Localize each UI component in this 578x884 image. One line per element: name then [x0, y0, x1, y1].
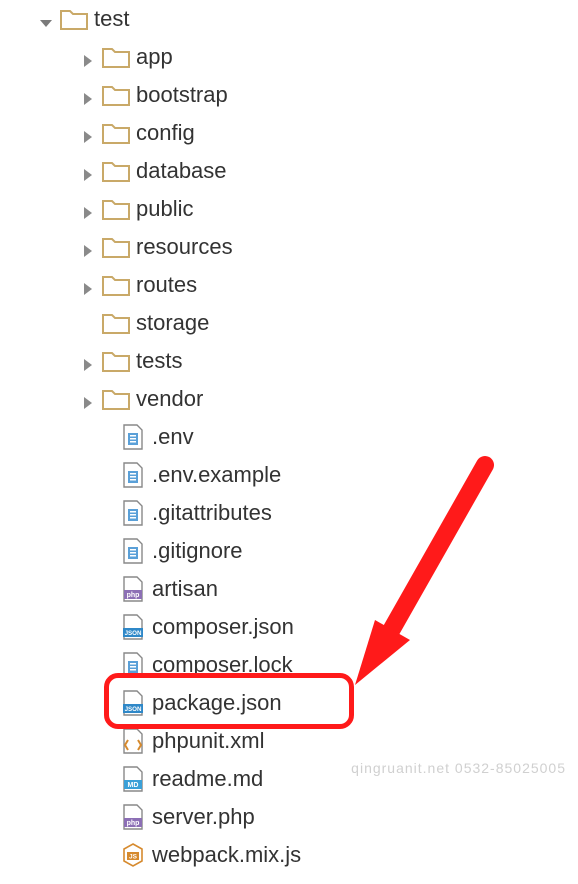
tree-file-row[interactable]: php server.php	[0, 798, 578, 836]
folder-label: storage	[136, 310, 209, 336]
folder-icon	[102, 84, 130, 106]
file-label: server.php	[152, 804, 255, 830]
chevron-right-icon	[80, 353, 96, 369]
folder-icon	[60, 8, 88, 30]
file-label: readme.md	[152, 766, 263, 792]
markdown-file-icon: MD	[122, 766, 144, 792]
json-file-icon: JSON	[122, 614, 144, 640]
file-label: composer.lock	[152, 652, 293, 678]
chevron-right-icon	[80, 277, 96, 293]
tree-folder-row[interactable]: config	[0, 114, 578, 152]
folder-label: test	[94, 6, 129, 32]
folder-icon	[102, 274, 130, 296]
svg-text:php: php	[127, 820, 140, 827]
chevron-down-icon	[38, 11, 54, 27]
tree-file-row[interactable]: .env	[0, 418, 578, 456]
tree-root-row[interactable]: test	[0, 0, 578, 38]
file-label: .env	[152, 424, 194, 450]
chevron-right-icon	[80, 163, 96, 179]
text-file-icon	[122, 652, 144, 678]
svg-text:JSON: JSON	[125, 630, 142, 637]
folder-label: app	[136, 44, 173, 70]
tree-folder-row[interactable]: database	[0, 152, 578, 190]
text-file-icon	[122, 462, 144, 488]
text-file-icon	[122, 538, 144, 564]
folder-icon	[102, 46, 130, 68]
folder-icon	[102, 350, 130, 372]
folder-icon	[102, 388, 130, 410]
php-file-icon: php	[122, 804, 144, 830]
file-label: .gitignore	[152, 538, 243, 564]
json-file-icon: JSON	[122, 690, 144, 716]
tree-file-row[interactable]: JSON composer.json	[0, 608, 578, 646]
text-file-icon	[122, 500, 144, 526]
tree-file-row[interactable]: JSON package.json	[0, 684, 578, 722]
js-file-icon: JS	[122, 842, 144, 868]
tree-folder-row[interactable]: bootstrap	[0, 76, 578, 114]
text-file-icon	[122, 424, 144, 450]
tree-file-row[interactable]: php artisan	[0, 570, 578, 608]
file-label: webpack.mix.js	[152, 842, 301, 868]
folder-icon	[102, 236, 130, 258]
folder-icon	[102, 160, 130, 182]
file-label: artisan	[152, 576, 218, 602]
tree-file-row[interactable]: composer.lock	[0, 646, 578, 684]
svg-text:MD: MD	[128, 782, 139, 789]
folder-label: database	[136, 158, 227, 184]
file-label: .env.example	[152, 462, 281, 488]
watermark-text: qingruanit.net 0532-85025005	[351, 760, 566, 776]
chevron-right-icon	[80, 125, 96, 141]
chevron-right-icon	[80, 87, 96, 103]
folder-label: vendor	[136, 386, 203, 412]
folder-icon	[102, 122, 130, 144]
svg-text:php: php	[127, 592, 140, 599]
folder-label: resources	[136, 234, 233, 260]
file-label: composer.json	[152, 614, 294, 640]
folder-label: bootstrap	[136, 82, 228, 108]
tree-folder-row[interactable]: public	[0, 190, 578, 228]
folder-icon	[102, 312, 130, 334]
tree-folder-row[interactable]: resources	[0, 228, 578, 266]
folder-label: routes	[136, 272, 197, 298]
chevron-right-icon	[80, 391, 96, 407]
tree-folder-row[interactable]: storage	[0, 304, 578, 342]
tree-file-row[interactable]: phpunit.xml	[0, 722, 578, 760]
xml-file-icon	[122, 728, 144, 754]
tree-folder-row[interactable]: vendor	[0, 380, 578, 418]
tree-folder-row[interactable]: app	[0, 38, 578, 76]
tree-folder-row[interactable]: routes	[0, 266, 578, 304]
tree-file-row[interactable]: .env.example	[0, 456, 578, 494]
folder-icon	[102, 198, 130, 220]
tree-file-row[interactable]: .gitattributes	[0, 494, 578, 532]
tree-folder-row[interactable]: tests	[0, 342, 578, 380]
folder-label: config	[136, 120, 195, 146]
svg-text:JS: JS	[129, 854, 138, 861]
chevron-right-icon	[80, 49, 96, 65]
php-file-icon: php	[122, 576, 144, 602]
file-label: package.json	[152, 690, 282, 716]
tree-file-row[interactable]: .gitignore	[0, 532, 578, 570]
file-label: phpunit.xml	[152, 728, 265, 754]
folder-label: tests	[136, 348, 182, 374]
file-label: .gitattributes	[152, 500, 272, 526]
tree-file-row[interactable]: JS webpack.mix.js	[0, 836, 578, 874]
folder-label: public	[136, 196, 193, 222]
svg-text:JSON: JSON	[125, 706, 142, 713]
chevron-right-icon	[80, 201, 96, 217]
chevron-right-icon	[80, 239, 96, 255]
